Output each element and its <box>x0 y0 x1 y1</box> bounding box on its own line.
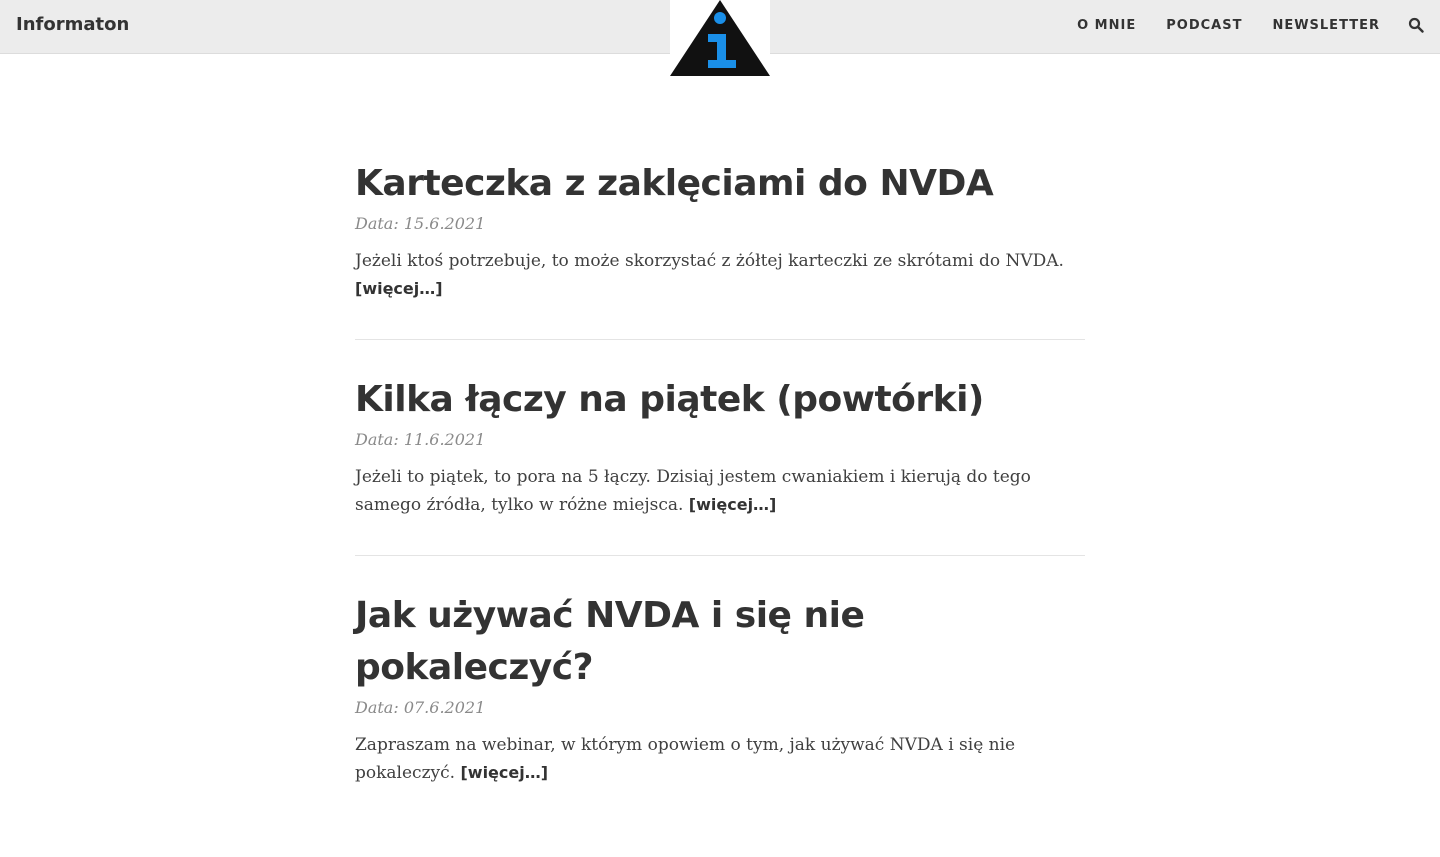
post-excerpt: Jeżeli to piątek, to pora na 5 łączy. Dz… <box>355 464 1085 519</box>
site-title-link[interactable]: Informaton <box>16 14 129 35</box>
post-title-link[interactable]: Kilka łączy na piątek (powtórki) <box>355 374 1085 426</box>
post-entry: Kilka łączy na piątek (powtórki) Data: 1… <box>355 374 1085 556</box>
site-logo[interactable] <box>670 0 770 78</box>
post-title-link[interactable]: Jak używać NVDA i się nie pokaleczyć? <box>355 590 1085 694</box>
read-more-link[interactable]: [więcej…] <box>355 279 443 298</box>
search-button[interactable] <box>1408 17 1424 33</box>
info-triangle-logo-icon <box>670 0 770 76</box>
site-header: Informaton O MNIE PODCAST NEWSLETTER <box>0 0 1440 78</box>
post-excerpt-text: Zapraszam na webinar, w którym opowiem o… <box>355 735 1016 783</box>
nav-item-o-mnie[interactable]: O MNIE <box>1077 18 1136 33</box>
post-list: Karteczka z zaklęciami do NVDA Data: 15.… <box>355 158 1085 857</box>
read-more-link[interactable]: [więcej…] <box>460 763 548 782</box>
nav-item-podcast[interactable]: PODCAST <box>1166 18 1242 33</box>
post-date: Data: 11.6.2021 <box>355 430 486 449</box>
post-excerpt-text: Jeżeli ktoś potrzebuje, to może skorzyst… <box>355 251 1064 271</box>
search-icon <box>1408 17 1424 33</box>
nav-item-newsletter[interactable]: NEWSLETTER <box>1272 18 1380 33</box>
post-excerpt: Jeżeli ktoś potrzebuje, to może skorzyst… <box>355 248 1085 303</box>
main-nav: O MNIE PODCAST NEWSLETTER <box>1077 18 1380 33</box>
post-entry: Jak używać NVDA i się nie pokaleczyć? Da… <box>355 590 1085 823</box>
post-entry: Karteczka z zaklęciami do NVDA Data: 15.… <box>355 158 1085 340</box>
post-date: Data: 15.6.2021 <box>355 214 486 233</box>
post-excerpt: Zapraszam na webinar, w którym opowiem o… <box>355 732 1085 787</box>
post-date: Data: 07.6.2021 <box>355 698 486 717</box>
read-more-link[interactable]: [więcej…] <box>689 495 777 514</box>
post-title-link[interactable]: Karteczka z zaklęciami do NVDA <box>355 158 1085 210</box>
